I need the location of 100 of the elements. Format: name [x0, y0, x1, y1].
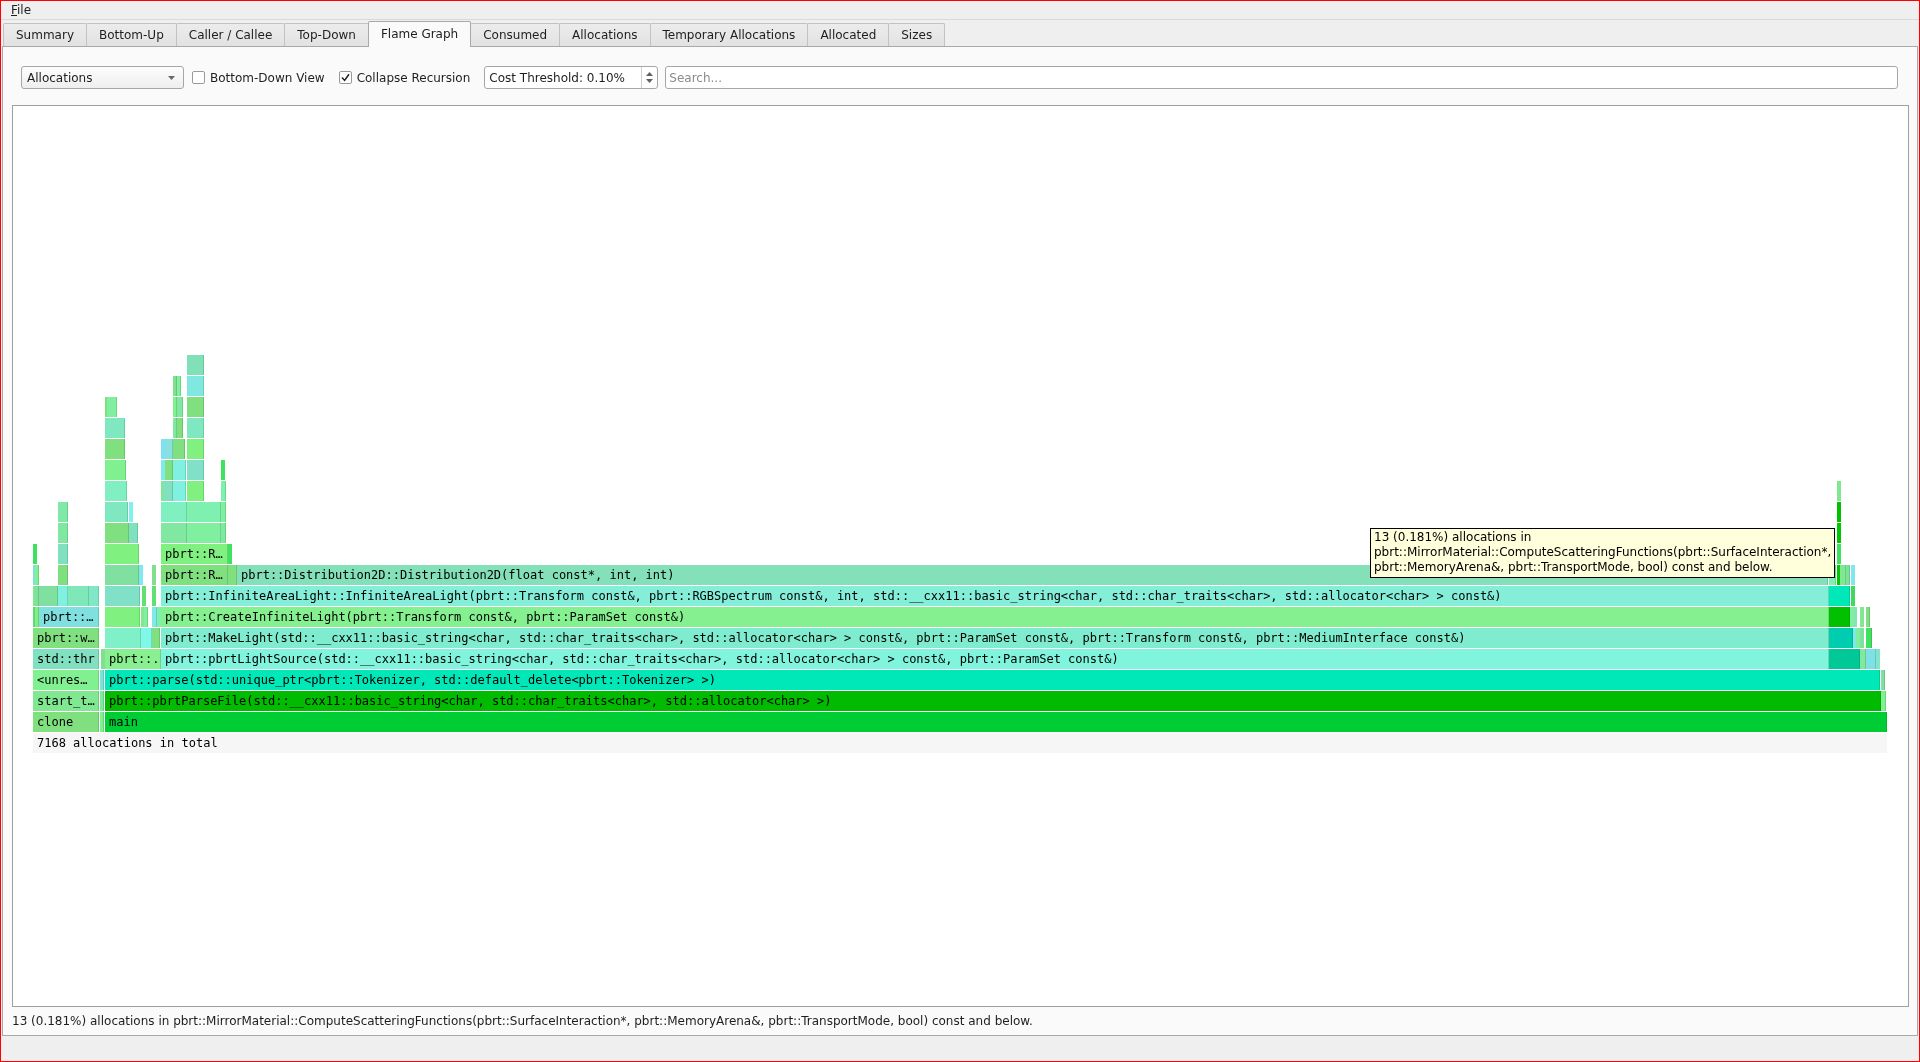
- stack-frame[interactable]: [1829, 607, 1850, 627]
- stack-frame[interactable]: [1829, 649, 1860, 669]
- menu-item[interactable]: File: [7, 2, 36, 18]
- stack-frame[interactable]: [1851, 565, 1855, 585]
- stack-frame[interactable]: [173, 418, 177, 438]
- stack-frame[interactable]: [105, 544, 139, 564]
- stack-frame[interactable]: [221, 523, 226, 543]
- stack-frame[interactable]: [187, 439, 204, 459]
- stack-frame[interactable]: pbrt::parse(std::unique_ptr<pbrt::Tokenizer, std::default_delete<pbrt::Tokenizer> >): [105, 670, 1880, 690]
- stack-frame[interactable]: [187, 418, 204, 438]
- stack-frame[interactable]: [228, 565, 237, 585]
- stack-frame[interactable]: pbrt::.: [105, 649, 161, 669]
- stack-frame[interactable]: [105, 418, 125, 438]
- stack-frame[interactable]: clone: [33, 712, 99, 732]
- stack-frame[interactable]: [161, 460, 165, 480]
- stack-frame[interactable]: [129, 523, 138, 543]
- stack-frame[interactable]: [221, 481, 226, 501]
- stack-frame[interactable]: [173, 460, 186, 480]
- stack-frame[interactable]: [107, 397, 117, 417]
- tab[interactable]: Temporary Allocations: [649, 23, 809, 46]
- stack-frame[interactable]: [33, 544, 37, 564]
- tab[interactable]: Bottom-Up: [86, 23, 177, 46]
- stack-frame[interactable]: [100, 691, 104, 711]
- stack-frame[interactable]: [173, 376, 177, 396]
- stack-frame[interactable]: [1860, 628, 1864, 648]
- stack-frame[interactable]: [161, 439, 165, 459]
- stack-frame[interactable]: [187, 481, 204, 501]
- stack-frame[interactable]: pbrt::InfiniteAreaLight::InfiniteAreaLight(pbrt::Transform const&, pbrt::RGBSpectrum const&, int, std::__cxx11::basic_string<char, std::char_traits<char>, std::allocator<char> > const&): [161, 586, 1829, 606]
- up-arrow-icon[interactable]: [646, 72, 654, 76]
- stack-frame[interactable]: [1837, 502, 1841, 522]
- tab[interactable]: Consumed: [470, 23, 561, 46]
- stack-frame[interactable]: pbrt::pbrtParseFile(std::__cxx11::basic_string<char, std::char_traits<char>, std::allocator<char> >): [105, 691, 1881, 711]
- stack-frame[interactable]: [141, 628, 152, 648]
- checkbox[interactable]: [338, 71, 352, 84]
- stack-frame[interactable]: pbrt::R…: [161, 544, 228, 564]
- stack-frame[interactable]: main: [105, 712, 1887, 732]
- stack-frame[interactable]: [187, 502, 221, 522]
- stack-frame[interactable]: [105, 481, 127, 501]
- stack-frame[interactable]: [105, 565, 139, 585]
- stack-frame[interactable]: [58, 544, 68, 564]
- cost-type-dropdown[interactable]: Allocations: [21, 66, 184, 89]
- stack-frame[interactable]: [173, 439, 185, 459]
- stack-frame[interactable]: [1840, 565, 1846, 585]
- tab[interactable]: Summary: [3, 23, 87, 46]
- stack-frame[interactable]: [1829, 586, 1850, 606]
- stack-frame[interactable]: [228, 544, 232, 564]
- stack-frame[interactable]: [187, 460, 204, 480]
- stack-frame[interactable]: [105, 439, 125, 459]
- tab[interactable]: Allocated: [807, 23, 890, 46]
- stack-frame[interactable]: [1837, 523, 1841, 543]
- stack-frame[interactable]: <unres…: [33, 670, 99, 690]
- stack-frame[interactable]: [144, 607, 148, 627]
- stack-frame[interactable]: [142, 586, 146, 606]
- stack-frame[interactable]: [1866, 628, 1872, 648]
- stack-frame[interactable]: [1829, 628, 1853, 648]
- stack-frame[interactable]: [165, 460, 173, 480]
- stack-frame[interactable]: [1837, 544, 1841, 564]
- stack-frame[interactable]: [105, 523, 129, 543]
- stack-frame[interactable]: [187, 523, 221, 543]
- checkbox-label[interactable]: Bottom-Down View: [210, 70, 325, 85]
- stack-frame[interactable]: [129, 502, 133, 522]
- stack-frame[interactable]: [157, 607, 161, 627]
- stack-frame[interactable]: [177, 376, 181, 396]
- stack-frame[interactable]: [39, 586, 58, 606]
- stack-frame[interactable]: [100, 670, 104, 690]
- stack-frame[interactable]: [1866, 607, 1870, 627]
- stack-frame[interactable]: [177, 418, 183, 438]
- stack-frame[interactable]: pbrt::R…: [161, 565, 228, 585]
- stack-frame[interactable]: [1856, 628, 1860, 648]
- stack-frame[interactable]: [163, 481, 173, 501]
- stack-frame[interactable]: [161, 502, 187, 522]
- tab[interactable]: Top-Down: [284, 23, 369, 46]
- stack-frame[interactable]: [58, 523, 68, 543]
- stack-frame[interactable]: [187, 397, 204, 417]
- stack-frame[interactable]: [100, 712, 104, 732]
- stack-frame[interactable]: std::thr: [33, 649, 99, 669]
- stack-frame[interactable]: [152, 607, 157, 627]
- stack-frame[interactable]: [1837, 481, 1841, 501]
- tab[interactable]: Caller / Callee: [175, 23, 286, 46]
- stack-frame[interactable]: [173, 481, 186, 501]
- stack-frame[interactable]: [187, 376, 204, 396]
- stack-frame[interactable]: [68, 586, 89, 606]
- stack-frame[interactable]: [1860, 607, 1864, 627]
- stack-frame[interactable]: [177, 397, 183, 417]
- checkbox-label[interactable]: Collapse Recursion: [356, 70, 471, 85]
- stack-frame[interactable]: start_t…: [33, 691, 99, 711]
- tab[interactable]: Flame Graph: [367, 21, 472, 47]
- stack-frame[interactable]: [101, 649, 105, 669]
- stack-frame[interactable]: pbrt::pbrtLightSource(std::__cxx11::basic_string<char, std::char_traits<char>, std::allocator<char> > const&, pbrt::ParamSet const&): [161, 649, 1829, 669]
- stack-frame[interactable]: [173, 397, 177, 417]
- stack-frame[interactable]: [58, 565, 68, 585]
- stack-frame[interactable]: [58, 502, 68, 522]
- stack-frame[interactable]: pbrt::CreateInfiniteLight(pbrt::Transform const&, pbrt::ParamSet const&): [161, 607, 1829, 627]
- stack-frame[interactable]: [139, 565, 143, 585]
- stack-frame[interactable]: [105, 502, 128, 522]
- down-arrow-icon[interactable]: [646, 79, 654, 83]
- stack-frame[interactable]: [105, 628, 141, 648]
- tab[interactable]: Allocations: [559, 23, 651, 46]
- stack-frame[interactable]: pbrt::…: [39, 607, 99, 627]
- stack-frame[interactable]: [1866, 649, 1876, 669]
